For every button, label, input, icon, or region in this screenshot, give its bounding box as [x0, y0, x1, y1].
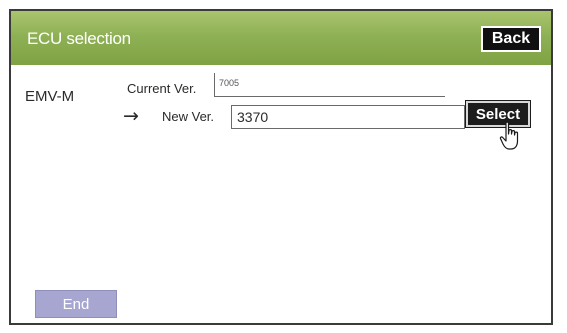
current-version-field: 7005 — [214, 73, 445, 97]
right-arrow-icon: → — [123, 105, 139, 127]
hand-pointer-icon — [499, 121, 519, 150]
new-version-label: New Ver. — [162, 109, 215, 124]
header-bar: ECU selection Back — [11, 11, 551, 65]
page-title: ECU selection — [27, 29, 131, 48]
end-button[interactable]: End — [35, 290, 117, 318]
new-version-field: 3370 — [231, 105, 465, 129]
ecu-selection-screen: ECU selection Back EMV-M Current Ver. 70… — [9, 9, 553, 325]
back-button[interactable]: Back — [481, 26, 541, 52]
ecu-name-label: EMV-M — [25, 88, 75, 105]
current-version-label: Current Ver. — [127, 81, 197, 96]
